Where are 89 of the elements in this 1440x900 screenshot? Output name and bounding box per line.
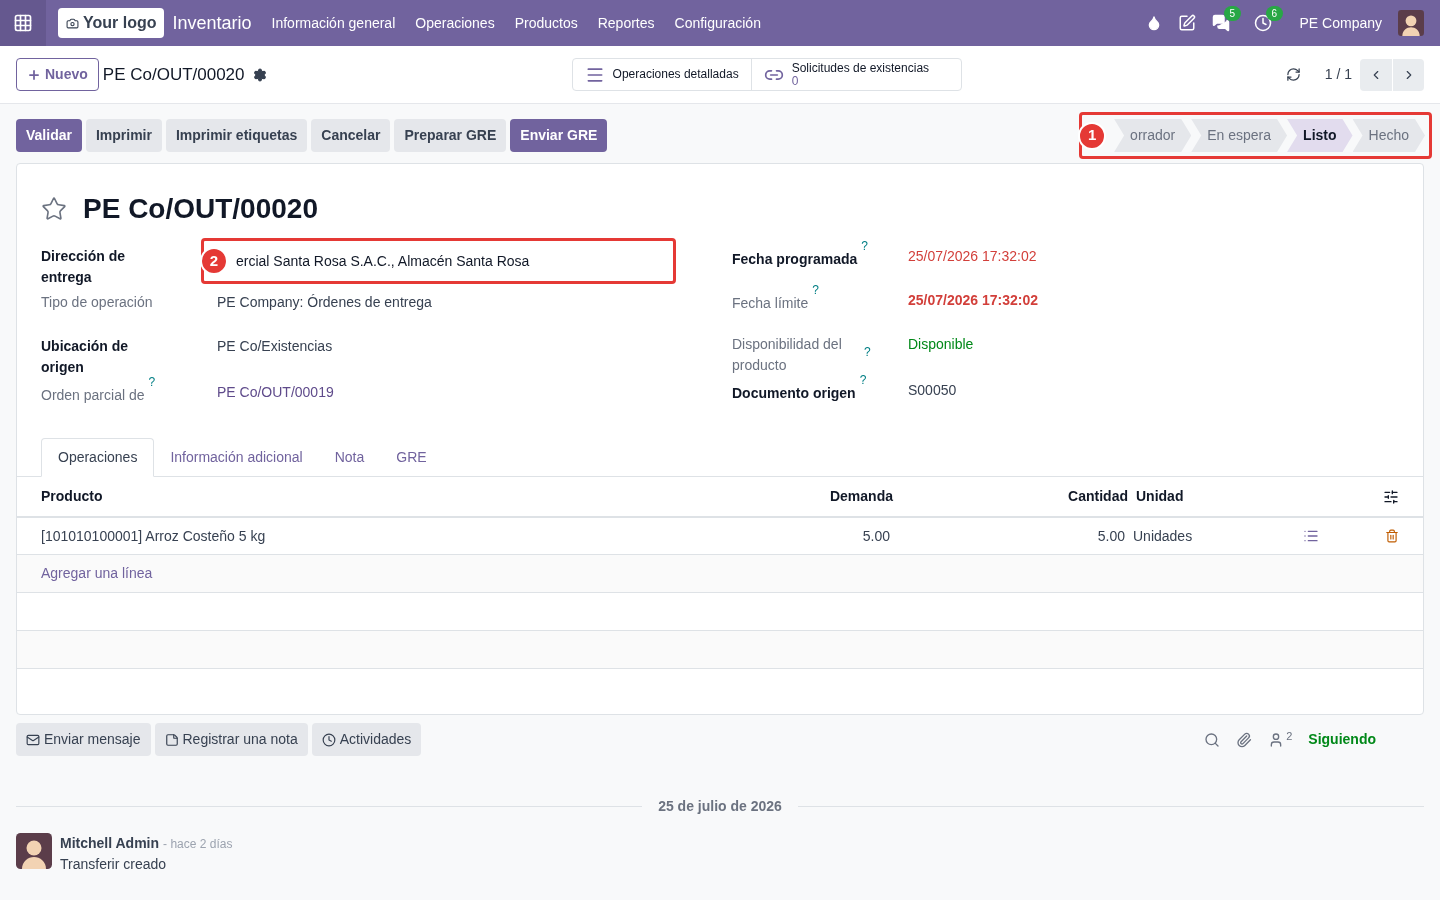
field-label: Fecha límite — [732, 294, 809, 313]
status-stage[interactable]: Hecho — [1352, 119, 1425, 152]
menu-item[interactable]: Productos — [514, 12, 578, 34]
status-stage[interactable]: orrador — [1114, 119, 1192, 152]
chatter-button[interactable]: Actividades — [311, 723, 422, 756]
star-icon[interactable] — [41, 196, 67, 222]
tab[interactable]: Información adicional — [154, 438, 319, 477]
menu-item[interactable]: Información general — [271, 12, 396, 34]
message-time: - hace 2 días — [163, 836, 233, 853]
tab[interactable]: Nota — [318, 438, 381, 477]
field-label: Tipo de operación — [41, 293, 153, 312]
chatter-button[interactable]: Enviar mensaje — [16, 723, 151, 756]
plus-icon — [27, 67, 41, 82]
record-title: PE Co/OUT/00020 — [83, 192, 318, 226]
field-value: PE Company: Órdenes de entrega — [217, 293, 432, 312]
mail-icon — [26, 732, 40, 747]
new-button[interactable]: Nuevo — [16, 58, 99, 91]
logo[interactable]: Your logo — [58, 8, 165, 38]
field-label: Dirección de entrega — [41, 247, 127, 287]
help-mark[interactable]: ? — [859, 374, 867, 386]
table-cell-text: Unidades — [1132, 526, 1194, 546]
field-label: Disponibilidad del producto — [732, 335, 843, 375]
field-value: 25/07/2026 17:32:02 — [908, 291, 1038, 310]
date-separator: 25 de julio de 2026 — [657, 797, 783, 816]
action-button[interactable]: Imprimir — [85, 119, 162, 152]
field-value: Disponible — [908, 335, 974, 354]
chat-icon[interactable] — [1211, 14, 1230, 32]
avatar — [16, 833, 52, 869]
menu-item[interactable]: Operaciones — [415, 12, 495, 34]
pager-value: 1 / 1 — [1324, 65, 1352, 84]
avatar — [1398, 10, 1424, 36]
message-author: Mitchell Admin — [60, 834, 160, 853]
paperclip-icon[interactable] — [1236, 731, 1253, 748]
field-value: S00050 — [908, 381, 957, 400]
app-name[interactable]: Inventario — [172, 9, 252, 37]
pen-square-icon[interactable] — [1177, 14, 1196, 32]
column-header[interactable]: Unidad — [1128, 486, 1383, 507]
action-button[interactable]: Enviar GRE — [510, 119, 608, 152]
table-cell-text: 5.00 — [861, 526, 890, 546]
column-header[interactable]: Demanda — [773, 486, 893, 507]
delivery-address-field[interactable]: ercial Santa Rosa S.A.C., Almacén Santa Rosa — [236, 253, 530, 269]
note-icon — [164, 732, 179, 747]
clock-icon — [321, 732, 336, 747]
help-mark[interactable]: ? — [864, 346, 871, 358]
help-mark[interactable]: ? — [812, 284, 819, 296]
table-cell-text: 5.00 — [1096, 526, 1125, 546]
field-label: Fecha programada — [732, 250, 858, 269]
status-stage[interactable]: Listo — [1287, 119, 1353, 152]
annotation-badge: 1 — [1078, 121, 1107, 150]
table-cell-text: [101010100001] Arroz Costeño 5 kg — [41, 526, 267, 546]
count-badge: 6 — [1265, 6, 1284, 21]
count-badge: 5 — [1223, 6, 1242, 21]
help-mark[interactable]: ? — [148, 376, 156, 388]
column-header[interactable]: Cantidad — [893, 486, 1128, 507]
action-button[interactable]: Cancelar — [311, 119, 391, 152]
field-label: Ubicación de origen — [41, 337, 130, 377]
list-icon[interactable] — [1303, 528, 1319, 544]
menu-item[interactable]: Reportes — [597, 12, 655, 34]
column-header[interactable]: Producto — [41, 486, 773, 507]
menu-item[interactable]: Configuración — [674, 12, 761, 34]
refresh-icon[interactable] — [1285, 67, 1301, 82]
action-button[interactable]: Imprimir etiquetas — [165, 119, 308, 152]
search-icon[interactable] — [1204, 731, 1221, 748]
status-stage[interactable]: En espera — [1191, 119, 1288, 152]
help-mark[interactable]: ? — [861, 240, 868, 252]
field-label: Orden parcial de — [41, 386, 145, 405]
smart-button[interactable]: Solicitudes de existencias 0 — [750, 59, 962, 90]
action-button[interactable]: Preparar GRE — [394, 119, 507, 152]
breadcrumb: PE Co/OUT/00020 — [102, 63, 245, 86]
field-value[interactable]: PE Co/OUT/00019 — [217, 382, 334, 403]
sliders-icon[interactable] — [1383, 488, 1399, 505]
tab[interactable]: GRE — [380, 438, 443, 477]
tab[interactable]: Operaciones — [41, 438, 155, 477]
chatter-button[interactable]: Registrar una nota — [154, 723, 308, 756]
field-label: Documento origen — [732, 384, 856, 403]
settings-icon[interactable] — [252, 67, 267, 82]
action-button[interactable]: Validar — [16, 119, 82, 152]
company-name[interactable]: PE Company — [1299, 12, 1382, 34]
field-value: 25/07/2026 17:32:02 — [908, 247, 1037, 266]
apps-menu-icon[interactable] — [0, 0, 46, 46]
following-button[interactable]: Siguiendo — [1308, 729, 1376, 750]
clock-icon[interactable] — [1253, 14, 1272, 32]
message-body: Transferir creado — [60, 855, 168, 874]
field-value: PE Co/Existencias — [217, 337, 333, 356]
smart-button[interactable]: Operaciones detalladas — [572, 59, 751, 90]
annotation-badge: 2 — [200, 247, 228, 275]
followers-count: 2 — [1286, 728, 1293, 744]
delete-icon[interactable] — [1385, 529, 1399, 543]
add-line-link[interactable]: Agregar una línea — [41, 563, 153, 584]
